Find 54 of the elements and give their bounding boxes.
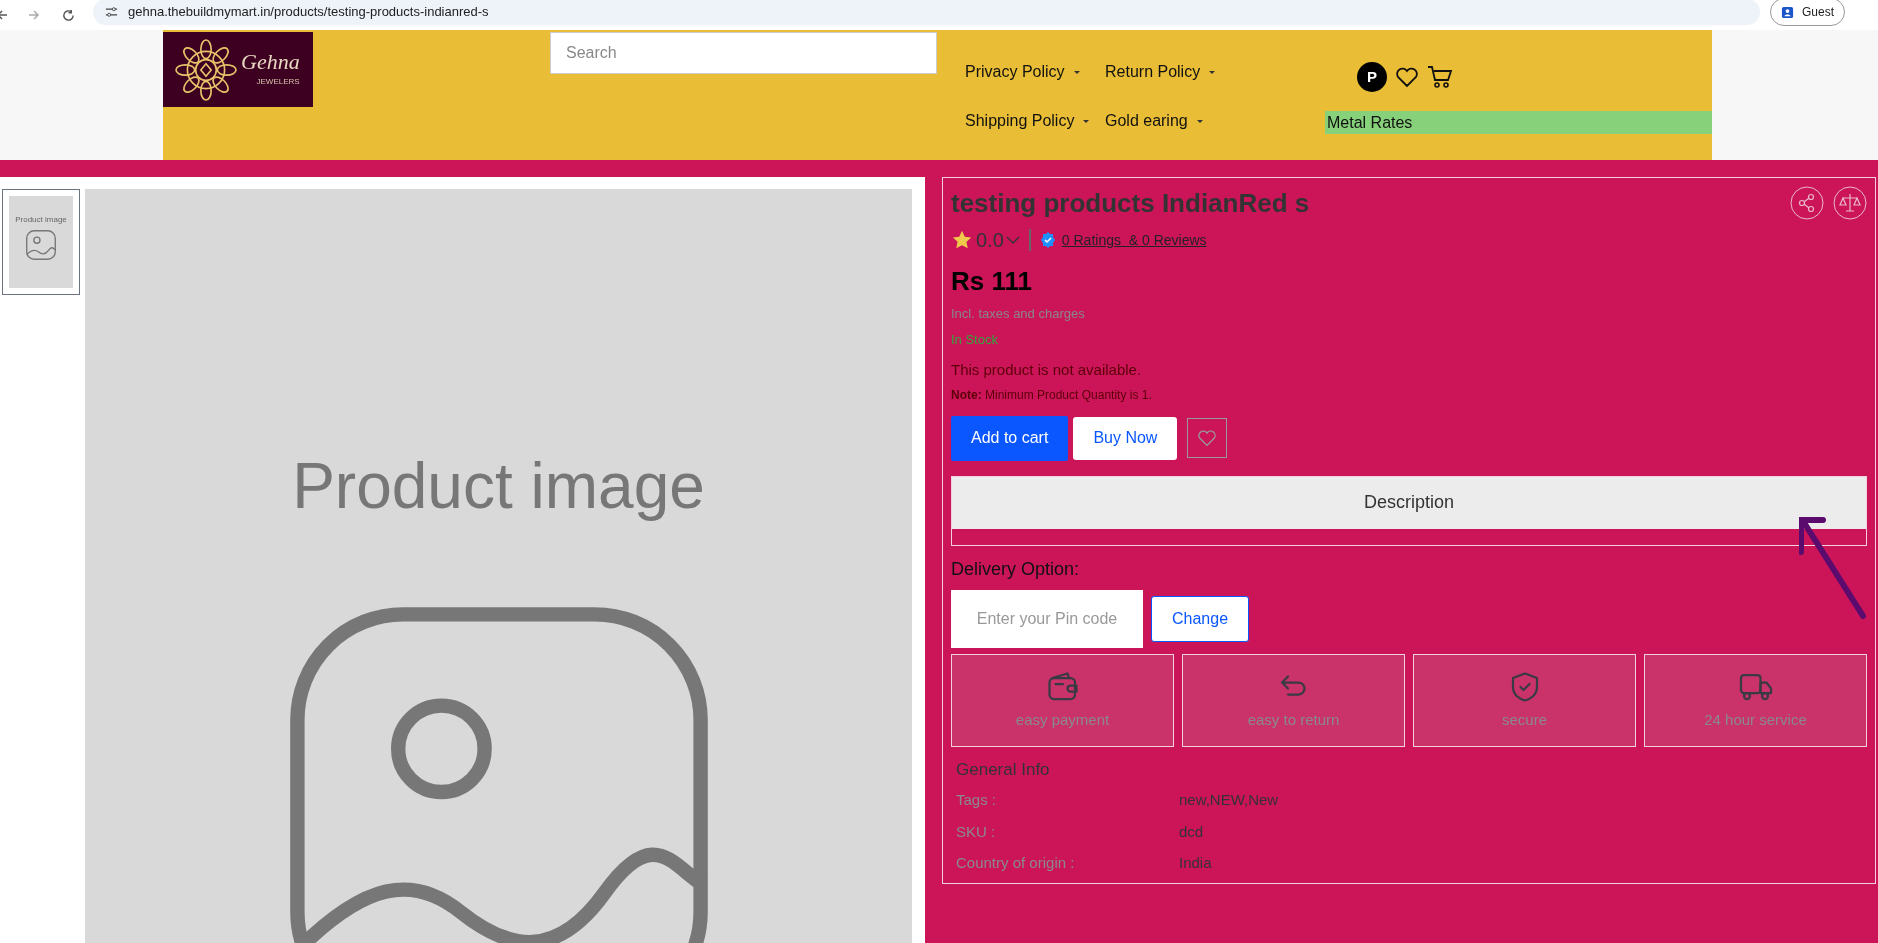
reload-icon[interactable] [62,8,75,22]
general-info-title: General Info [956,758,1051,781]
nav-link[interactable]: Privacy Policy [965,63,1081,81]
add-to-cart-button[interactable]: Add to cart [951,415,1069,461]
stock-status: In Stock [951,330,999,349]
buy-now-button[interactable]: Buy Now [1073,416,1178,460]
share-icon[interactable] [1790,186,1824,220]
image-placeholder-icon [24,228,58,262]
feature-label: secure [1502,709,1547,730]
url-text: gehna.thebuildmymart.in/products/testing-products-indianred-s [128,3,489,22]
product-title: testing products IndianRed s [951,187,1310,220]
caret-icon [1208,69,1217,75]
info-value: new,NEW,New [1179,790,1279,810]
site-settings-icon[interactable] [105,6,118,18]
tax-note: Incl. taxes and charges [951,305,1086,323]
logo-tagline: JEWELERS [256,76,300,88]
heart-icon[interactable] [1395,66,1419,88]
quantity-note: Note: Minimum Product Quantity is 1. [951,386,1153,404]
pin-code-field[interactable]: Enter your Pin code [951,589,1143,648]
thumbnail[interactable]: Product image [2,189,80,295]
star-icon [951,229,973,251]
nav-link[interactable]: Return Policy [1105,63,1217,81]
heart-icon [1197,429,1218,447]
mandala-icon [175,38,237,101]
info-label: Tags : [956,790,998,810]
delivery-label: Delivery Option: [951,557,1081,581]
address-bar[interactable]: gehna.thebuildmymart.in/products/testing-products-indianred-s [93,0,1760,25]
nav-link[interactable]: Gold earing [1105,112,1204,130]
caret-icon [1195,118,1204,124]
verified-badge-icon [1039,232,1056,248]
rating-value: 0.0 [976,228,1004,253]
balance-scale-icon[interactable] [1833,186,1867,220]
info-value: dcd [1179,821,1204,842]
info-value: India [1179,853,1212,873]
info-label: Country of origin : [956,853,1076,873]
logo[interactable]: Gehna JEWELERS [163,32,313,107]
description-tab[interactable]: Description [952,476,1866,529]
nav-link[interactable]: Shipping Policy [965,112,1091,130]
metal-rates-bar[interactable]: Metal Rates [1325,111,1712,134]
user-avatar[interactable]: P [1357,62,1387,92]
caret-icon [1082,118,1091,124]
availability-message: This product is not available. [951,360,1143,380]
price: Rs 111 [951,265,1033,298]
caret-icon [1072,69,1081,75]
feature-label: 24 hour service [1704,709,1807,730]
image-caption: Product image [15,214,67,226]
cart-icon[interactable] [1427,65,1453,89]
info-label: SKU : [956,821,997,842]
feature-label: easy to return [1247,709,1340,730]
change-button[interactable]: Change [1151,595,1250,642]
search-field[interactable]: Search [550,32,937,74]
logo-name: Gehna [241,51,300,73]
feature-label: easy payment [1015,709,1110,730]
person-icon [1781,5,1794,19]
